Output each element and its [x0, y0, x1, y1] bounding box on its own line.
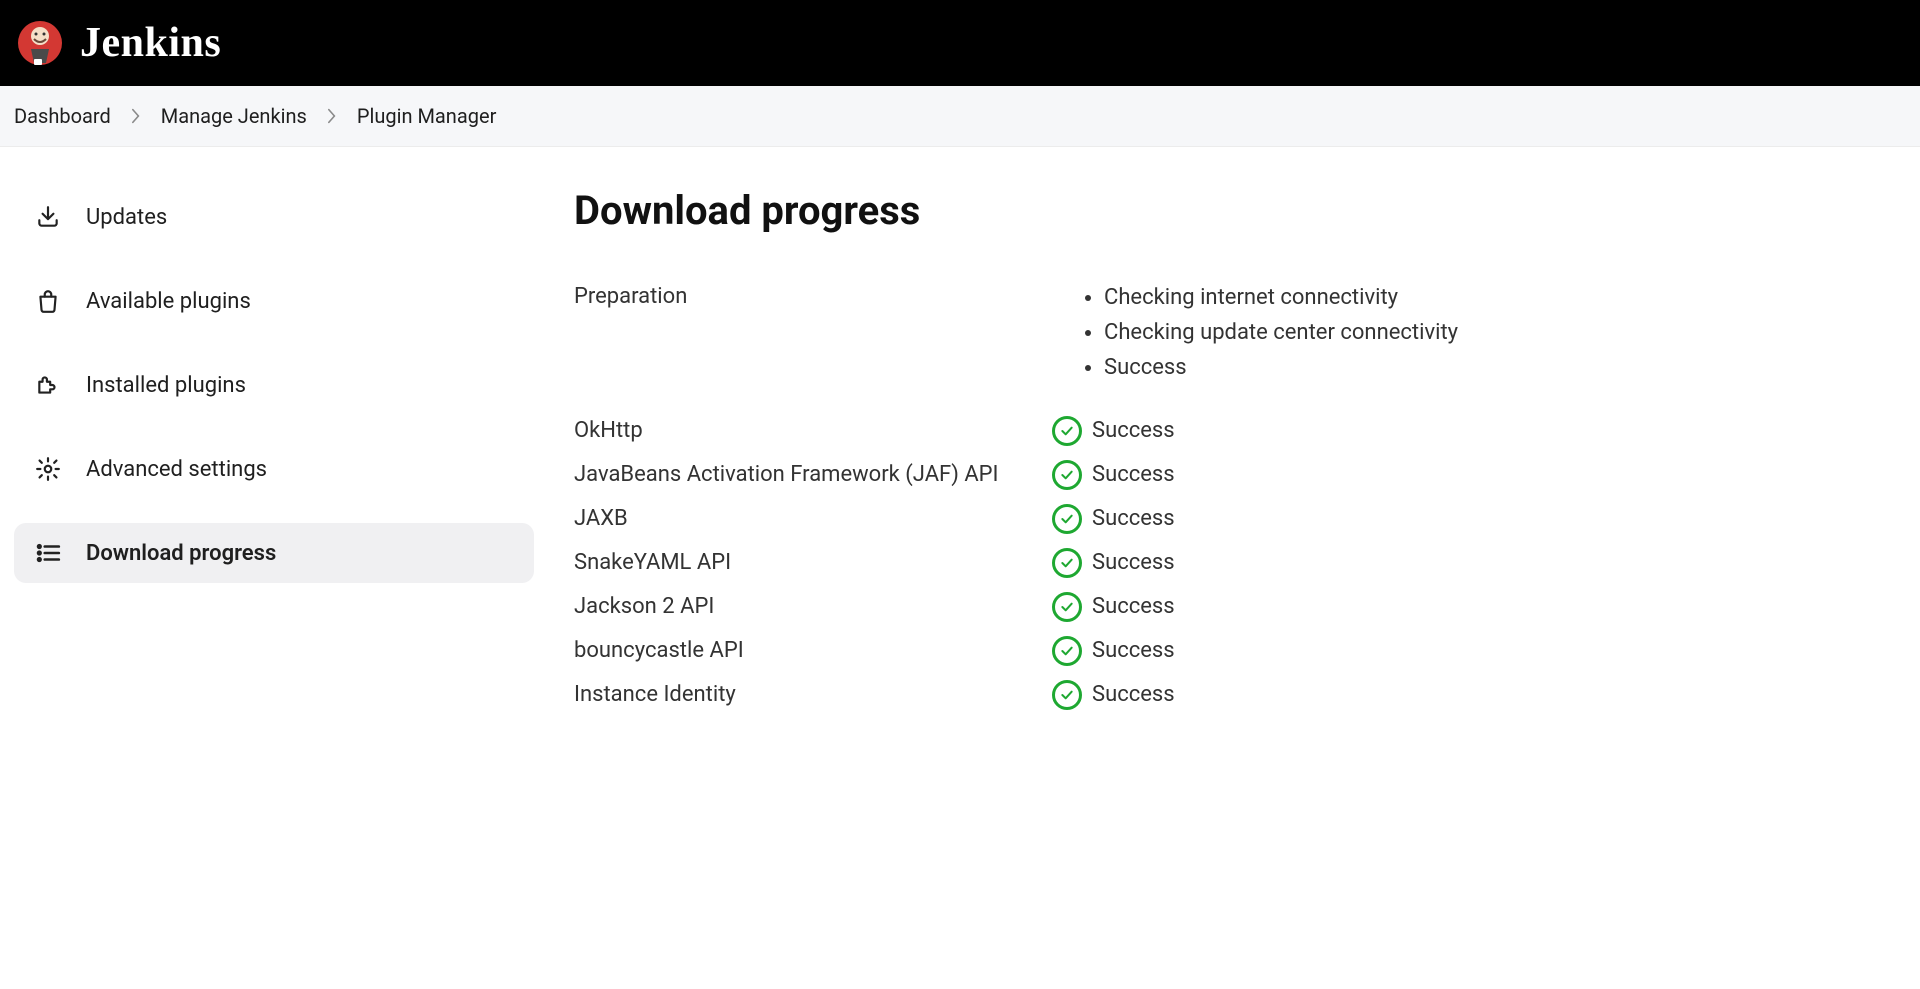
download-row: SnakeYAML API Success	[574, 548, 1906, 578]
check-circle-icon	[1052, 680, 1082, 710]
download-name: Jackson 2 API	[574, 594, 1034, 619]
download-row: bouncycastle API Success	[574, 636, 1906, 666]
download-row: OkHttp Success	[574, 416, 1906, 446]
download-list: OkHttpSuccessJavaBeans Activation Framew…	[574, 416, 1906, 710]
preparation-step: Checking update center connectivity	[1104, 315, 1458, 350]
download-status: Success	[1052, 504, 1175, 534]
brand-text: Jenkins	[80, 19, 221, 67]
download-row: Instance Identity Success	[574, 680, 1906, 710]
download-name: JavaBeans Activation Framework (JAF) API	[574, 462, 1034, 487]
download-name: SnakeYAML API	[574, 550, 1034, 575]
download-status: Success	[1052, 460, 1175, 490]
content-area: Updates Available plugins Installed plug…	[0, 147, 1920, 764]
sidebar-item-label: Available plugins	[86, 289, 251, 314]
check-circle-icon	[1052, 592, 1082, 622]
sidebar-item-installed[interactable]: Installed plugins	[14, 355, 534, 415]
sidebar-item-updates[interactable]: Updates	[14, 187, 534, 247]
chevron-right-icon	[327, 108, 337, 124]
preparation-step: Checking internet connectivity	[1104, 280, 1458, 315]
download-name: Instance Identity	[574, 682, 1034, 707]
chevron-right-icon	[131, 108, 141, 124]
sidebar-item-label: Updates	[86, 205, 167, 230]
breadcrumb: Dashboard Manage Jenkins Plugin Manager	[0, 86, 1920, 147]
breadcrumb-item-dashboard[interactable]: Dashboard	[14, 104, 111, 128]
page-title: Download progress	[574, 187, 1906, 234]
sidebar-item-available[interactable]: Available plugins	[14, 271, 534, 331]
sidebar: Updates Available plugins Installed plug…	[14, 187, 534, 724]
download-name: OkHttp	[574, 418, 1034, 443]
breadcrumb-item-manage[interactable]: Manage Jenkins	[161, 104, 307, 128]
preparation-label: Preparation	[574, 280, 1034, 309]
jenkins-logo-icon	[16, 19, 64, 67]
app-header: Jenkins	[0, 0, 1920, 86]
check-circle-icon	[1052, 504, 1082, 534]
download-status-text: Success	[1092, 594, 1175, 619]
download-status-text: Success	[1092, 550, 1175, 575]
logo[interactable]: Jenkins	[16, 19, 221, 67]
download-status-text: Success	[1092, 506, 1175, 531]
preparation-row: Preparation Checking internet connectivi…	[574, 280, 1906, 386]
sidebar-item-label: Download progress	[86, 541, 276, 566]
bag-icon	[34, 287, 62, 315]
download-name: JAXB	[574, 506, 1034, 531]
preparation-step: Success	[1104, 350, 1458, 385]
list-icon	[34, 539, 62, 567]
download-name: bouncycastle API	[574, 638, 1034, 663]
sidebar-item-advanced[interactable]: Advanced settings	[14, 439, 534, 499]
puzzle-icon	[34, 371, 62, 399]
check-circle-icon	[1052, 636, 1082, 666]
download-row: Jackson 2 API Success	[574, 592, 1906, 622]
download-status: Success	[1052, 592, 1175, 622]
download-status: Success	[1052, 416, 1175, 446]
preparation-list: Checking internet connectivity Checking …	[1074, 280, 1458, 386]
check-circle-icon	[1052, 548, 1082, 578]
breadcrumb-item-pluginmanager[interactable]: Plugin Manager	[357, 104, 496, 128]
sidebar-item-download-progress[interactable]: Download progress	[14, 523, 534, 583]
download-row: JavaBeans Activation Framework (JAF) API…	[574, 460, 1906, 490]
download-status: Success	[1052, 680, 1175, 710]
download-status: Success	[1052, 548, 1175, 578]
check-circle-icon	[1052, 416, 1082, 446]
download-status-text: Success	[1092, 682, 1175, 707]
sidebar-item-label: Installed plugins	[86, 373, 246, 398]
download-status-text: Success	[1092, 462, 1175, 487]
gear-icon	[34, 455, 62, 483]
sidebar-item-label: Advanced settings	[86, 457, 267, 482]
main-panel: Download progress Preparation Checking i…	[574, 187, 1906, 724]
download-status: Success	[1052, 636, 1175, 666]
download-status-text: Success	[1092, 638, 1175, 663]
download-icon	[34, 203, 62, 231]
check-circle-icon	[1052, 460, 1082, 490]
download-status-text: Success	[1092, 418, 1175, 443]
download-row: JAXB Success	[574, 504, 1906, 534]
